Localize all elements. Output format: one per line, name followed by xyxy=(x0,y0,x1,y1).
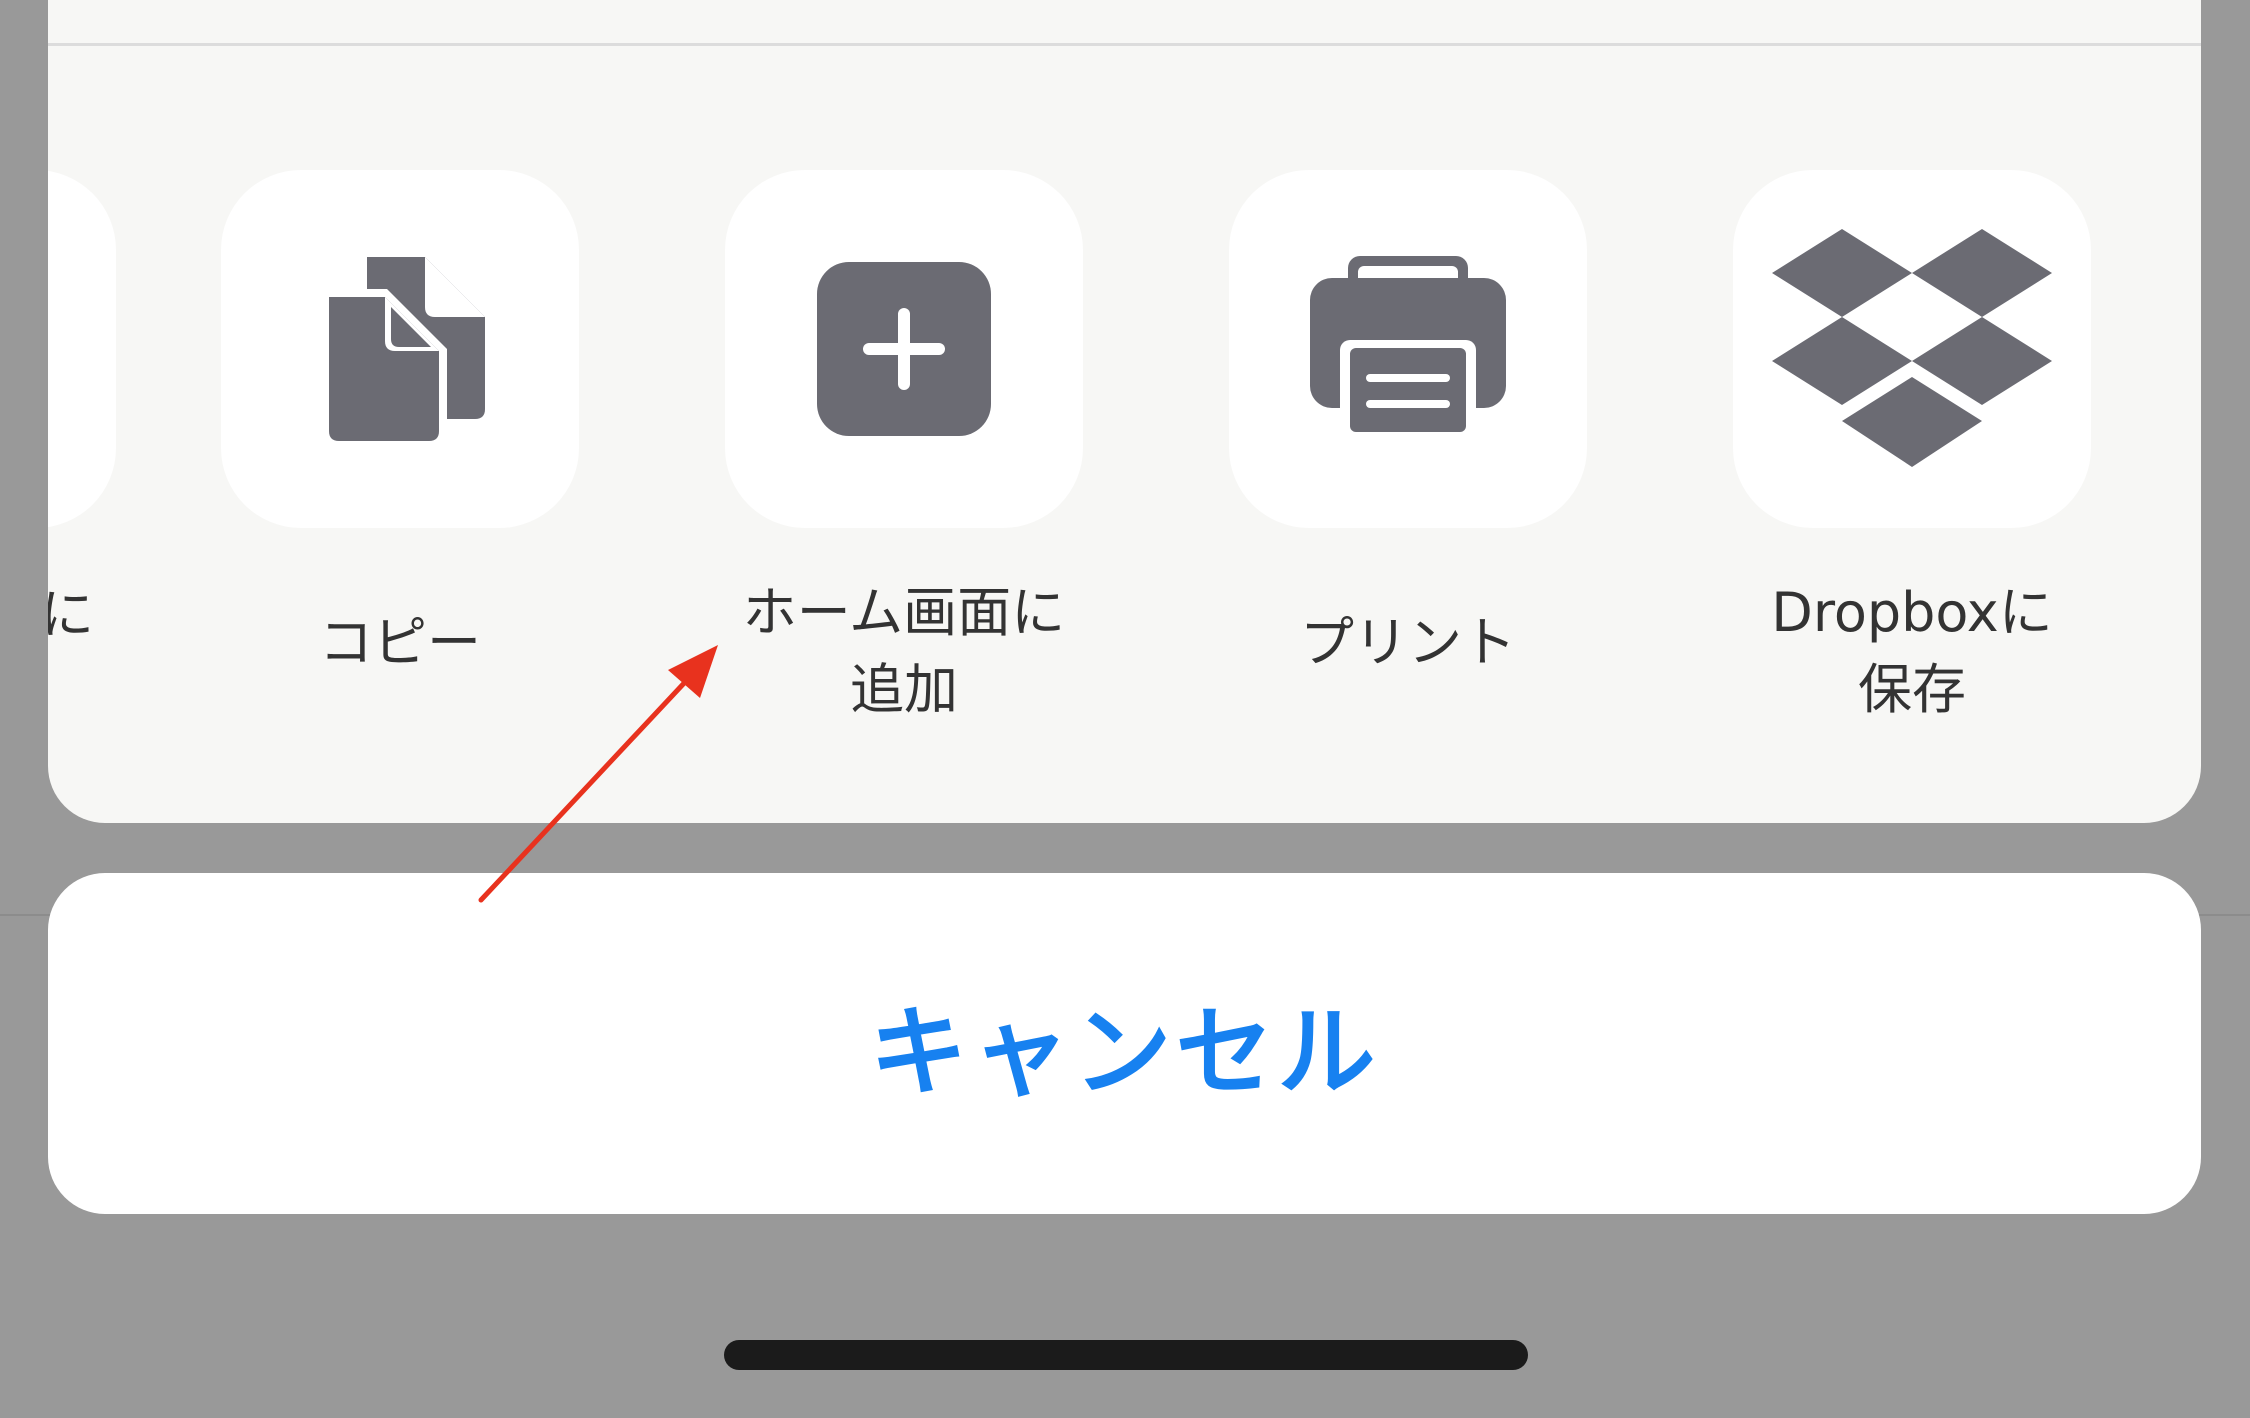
action-add-to-home-label-line1: ホーム画面に xyxy=(742,581,1066,644)
action-print-tile[interactable] xyxy=(1229,170,1587,528)
action-add-to-home-label-line2: 追加 xyxy=(850,658,958,721)
action-dropbox-tile[interactable] xyxy=(1733,170,2091,528)
partial-action-tile[interactable] xyxy=(48,170,116,528)
share-sheet-actions-panel: に コピー ホーム画面に 追加 プリント Dropboxに 保存 xyxy=(48,0,2201,823)
action-copy[interactable]: コピー xyxy=(221,170,579,681)
cancel-button[interactable]: キャンセル xyxy=(48,873,2201,1214)
action-add-to-home-screen[interactable]: ホーム画面に 追加 xyxy=(725,170,1083,728)
action-copy-label: コピー xyxy=(170,604,630,681)
printer-icon xyxy=(1310,256,1506,442)
home-indicator[interactable] xyxy=(724,1340,1528,1370)
action-print-label: プリント xyxy=(1178,604,1638,681)
sheet-divider xyxy=(48,43,2201,46)
copy-documents-icon xyxy=(323,257,485,447)
add-square-plus-icon xyxy=(817,262,991,436)
action-add-to-home-tile[interactable] xyxy=(725,170,1083,528)
action-add-to-home-label: ホーム画面に 追加 xyxy=(674,574,1134,728)
action-save-to-dropbox[interactable]: Dropboxに 保存 xyxy=(1733,170,2091,728)
action-print[interactable]: プリント xyxy=(1229,170,1587,681)
action-dropbox-label: Dropboxに 保存 xyxy=(1682,574,2142,728)
action-dropbox-label-line2: 保存 xyxy=(1858,658,1966,721)
action-print-label-line1: プリント xyxy=(1300,611,1516,674)
action-copy-tile[interactable] xyxy=(221,170,579,528)
dropbox-icon xyxy=(1772,229,2052,467)
partial-action-label: に xyxy=(48,583,94,646)
action-copy-label-line1: コピー xyxy=(319,611,481,674)
action-dropbox-label-line1: Dropboxに xyxy=(1771,581,2053,644)
